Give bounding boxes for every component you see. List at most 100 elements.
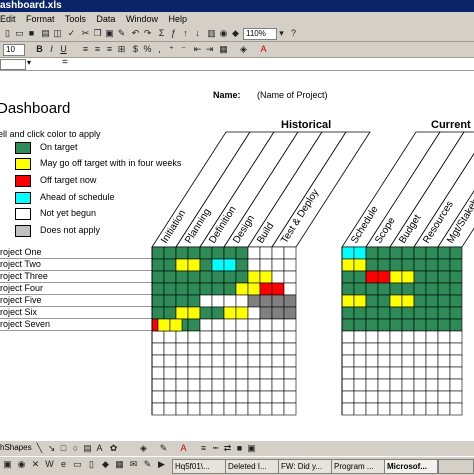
current-cell	[377, 270, 391, 284]
clipart-icon[interactable]: ✿	[108, 443, 119, 454]
historical-cell	[223, 378, 237, 392]
historical-cell	[187, 366, 201, 380]
historical-cell	[163, 402, 177, 416]
historical-cell	[283, 330, 297, 344]
current-cell	[365, 366, 379, 380]
desktop-icon[interactable]: ▣	[2, 459, 13, 470]
dash-style-icon[interactable]: ┅	[210, 443, 221, 454]
current-cell	[449, 402, 463, 416]
line-color-icon[interactable]: ✎	[158, 443, 169, 454]
historical-cell	[283, 294, 297, 308]
current-cell	[413, 330, 427, 344]
current-cell	[401, 258, 415, 272]
wordart-icon[interactable]: A	[94, 443, 105, 454]
current-cell	[389, 246, 403, 260]
app-icon[interactable]: ◆	[100, 459, 111, 470]
taskbar-button[interactable]: FW: Did y...	[278, 459, 332, 474]
fill-bucket-icon[interactable]: ◈	[138, 443, 149, 454]
current-cell	[401, 282, 415, 296]
historical-cell	[283, 258, 297, 272]
current-cell	[365, 342, 379, 356]
historical-cell	[223, 402, 237, 416]
historical-cell	[163, 330, 177, 344]
current-cell	[449, 390, 463, 404]
taskbar-button[interactable]: Program ...	[331, 459, 385, 474]
current-cell	[377, 342, 391, 356]
historical-cell	[247, 270, 261, 284]
text-color-icon[interactable]: A	[178, 443, 189, 454]
current-cell	[341, 246, 355, 260]
historical-cell	[151, 294, 165, 308]
historical-cell	[271, 246, 285, 260]
paint-icon[interactable]: ✎	[142, 459, 153, 470]
current-cell	[389, 330, 403, 344]
historical-cell	[259, 366, 273, 380]
historical-cell	[211, 402, 225, 416]
current-cell	[401, 366, 415, 380]
current-cell	[353, 354, 367, 368]
oval-icon[interactable]: ○	[70, 443, 81, 454]
historical-cell	[247, 342, 261, 356]
current-cell	[425, 354, 439, 368]
current-cell	[365, 330, 379, 344]
folder-icon[interactable]: ▭	[72, 459, 83, 470]
shadow-icon[interactable]: ■	[234, 443, 245, 454]
ie-icon[interactable]: e	[58, 459, 69, 470]
current-cell	[425, 318, 439, 332]
current-cell	[437, 402, 451, 416]
current-cell	[401, 270, 415, 284]
current-cell	[353, 258, 367, 272]
line-style-icon[interactable]: ≡	[198, 443, 209, 454]
historical-cell	[223, 366, 237, 380]
historical-cell	[283, 270, 297, 284]
current-cell	[389, 306, 403, 320]
current-cell	[413, 294, 427, 308]
historical-cell	[235, 306, 249, 320]
3d-icon[interactable]: ▣	[246, 443, 257, 454]
taskbar-button-active[interactable]: Microsof...	[384, 459, 438, 474]
current-cell	[377, 282, 391, 296]
windows-taskbar: ▣ ◉ ✕ W e ▭ ▯ ◆ ▦ ✉ ✎ ▶ Hq5f01\... Delet…	[0, 456, 474, 475]
current-cell	[413, 318, 427, 332]
historical-cell	[235, 378, 249, 392]
historical-cell	[235, 402, 249, 416]
historical-cell	[187, 318, 201, 332]
line-icon[interactable]: ╲	[34, 443, 45, 454]
taskbar-button[interactable]: Deleted I...	[225, 459, 279, 474]
current-cell	[425, 246, 439, 260]
rectangle-icon[interactable]: □	[58, 443, 69, 454]
current-cell	[377, 330, 391, 344]
historical-cell	[259, 378, 273, 392]
drawing-toolbar: hShapes ╲ ↘ □ ○ ▤ A ✿ ◈ ✎ A ≡ ┅ ⇄ ■ ▣	[0, 440, 474, 456]
current-cell	[389, 342, 403, 356]
historical-cell	[247, 294, 261, 308]
historical-cell	[187, 294, 201, 308]
arrow-icon[interactable]: ↘	[46, 443, 57, 454]
historical-cell	[211, 306, 225, 320]
pdf-icon[interactable]: ▯	[86, 459, 97, 470]
historical-cell	[283, 390, 297, 404]
historical-cell	[175, 258, 189, 272]
current-cell	[401, 342, 415, 356]
autoshapes-label[interactable]: hShapes	[0, 443, 32, 452]
current-cell	[341, 270, 355, 284]
historical-cell	[151, 270, 165, 284]
current-cell	[365, 246, 379, 260]
historical-cell	[175, 330, 189, 344]
historical-cell	[187, 378, 201, 392]
historical-cell	[223, 282, 237, 296]
current-cell	[449, 342, 463, 356]
taskbar-button[interactable]: Hq5f01\...	[172, 459, 226, 474]
media-icon[interactable]: ▶	[156, 459, 167, 470]
historical-cell	[187, 270, 201, 284]
calc-icon[interactable]: ▦	[114, 459, 125, 470]
word-icon[interactable]: W	[44, 459, 55, 470]
excel-icon[interactable]: ✕	[30, 459, 41, 470]
system-tray	[438, 459, 474, 474]
historical-cell	[247, 306, 261, 320]
outlook-icon[interactable]: ◉	[16, 459, 27, 470]
textbox-icon[interactable]: ▤	[82, 443, 93, 454]
arrow-style-icon[interactable]: ⇄	[222, 443, 233, 454]
mail-icon[interactable]: ✉	[128, 459, 139, 470]
historical-cell	[199, 270, 213, 284]
